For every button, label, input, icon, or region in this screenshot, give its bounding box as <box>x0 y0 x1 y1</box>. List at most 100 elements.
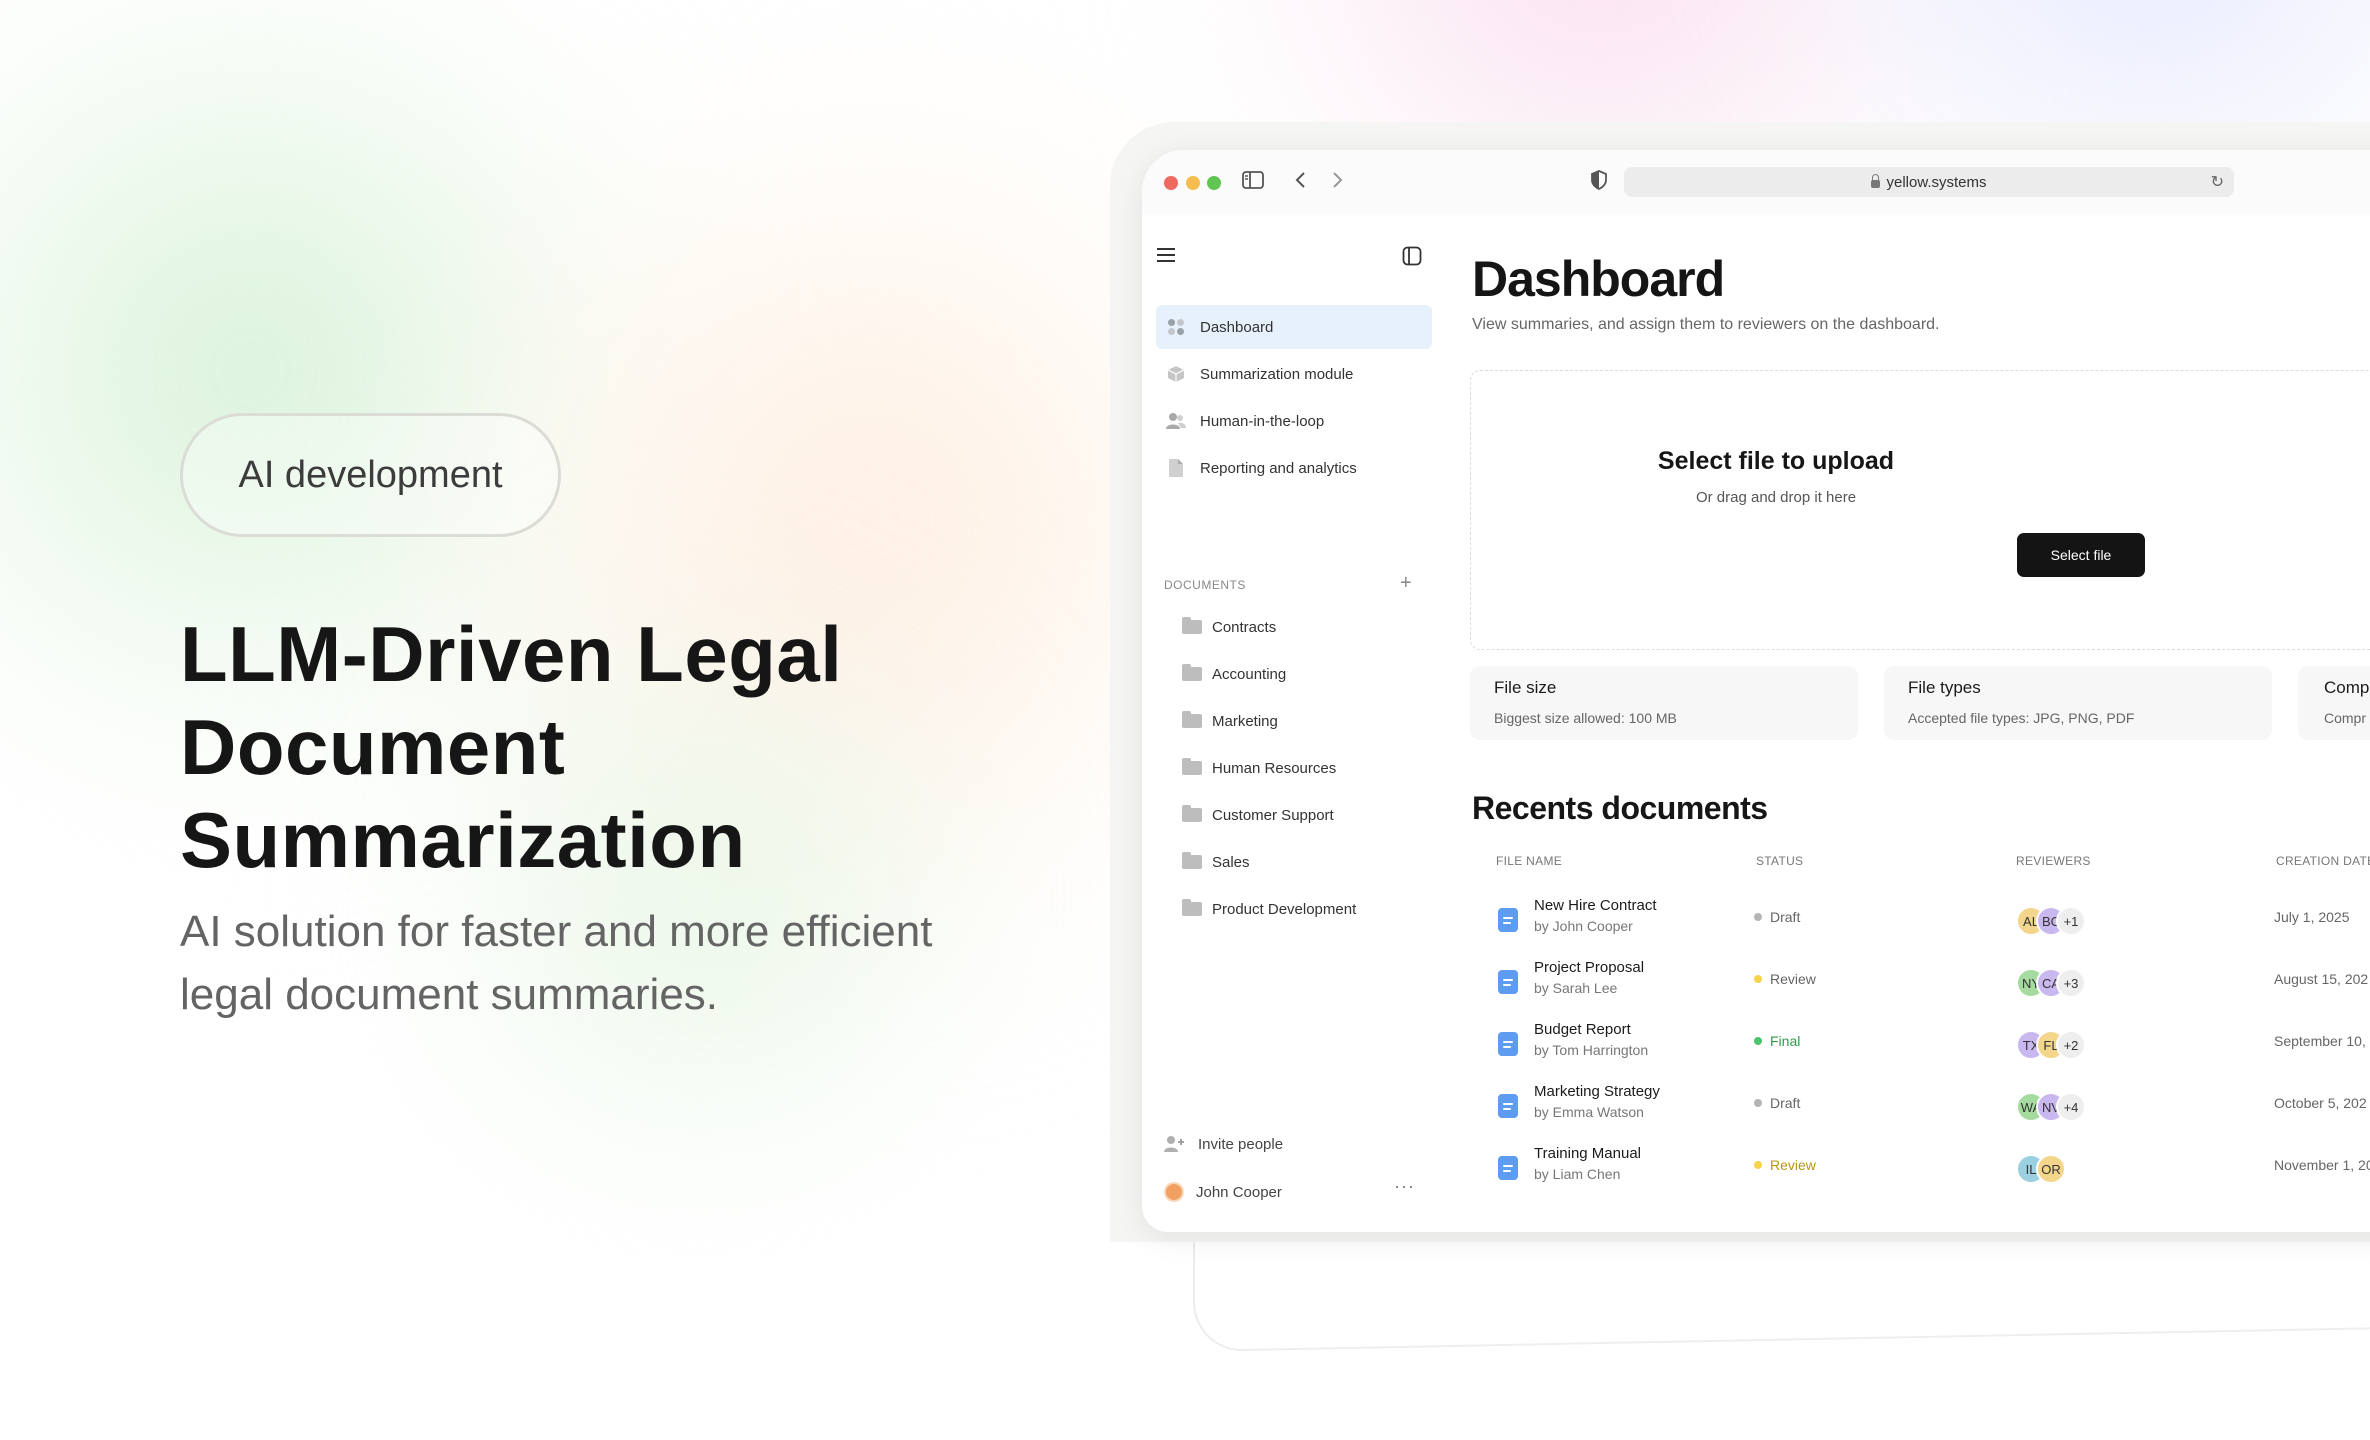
back-icon[interactable] <box>1294 170 1308 195</box>
folder-customer-support[interactable]: Customer Support <box>1182 793 1432 837</box>
main-content: Dashboard View summaries, and assign the… <box>1470 214 2370 1232</box>
avatar <box>1164 1182 1184 1202</box>
dashboard-icon <box>1166 317 1186 337</box>
folder-label: Marketing <box>1212 712 1278 730</box>
avatar-overflow-count: +1 <box>2056 906 2086 936</box>
folder-icon <box>1182 758 1202 775</box>
card-title: File size <box>1494 678 1557 697</box>
folder-icon <box>1182 852 1202 869</box>
address-bar[interactable]: yellow.systems ↻ <box>1624 167 2234 197</box>
column-header-file-name[interactable]: FILE NAME <box>1496 854 1562 868</box>
folder-product-development[interactable]: Product Development <box>1182 887 1432 931</box>
upload-title: Select file to upload <box>1657 447 1895 475</box>
folder-icon <box>1182 617 1202 634</box>
nav-item-label: Dashboard <box>1200 318 1274 336</box>
people-icon <box>1166 411 1186 431</box>
table-row[interactable]: Budget Report by Tom Harrington Final TX… <box>1470 1013 2370 1075</box>
maximize-window-button[interactable] <box>1207 176 1221 190</box>
folder-label: Customer Support <box>1212 806 1334 824</box>
status-badge: Review <box>1754 971 1816 987</box>
nav-item-reporting-and-analytics[interactable]: Reporting and analytics <box>1156 446 1432 490</box>
status-label: Final <box>1770 1033 1801 1049</box>
nav-item-human-in-the-loop[interactable]: Human-in-the-loop <box>1156 399 1432 443</box>
file-dropzone[interactable]: Select file to upload Or drag and drop i… <box>1470 370 2370 650</box>
minimize-window-button[interactable] <box>1186 176 1200 190</box>
browser-titlebar: yellow.systems ↻ <box>1142 150 2370 214</box>
document-icon <box>1498 1032 1518 1056</box>
forward-icon[interactable] <box>1330 170 1344 195</box>
status-label: Draft <box>1770 1095 1801 1111</box>
folder-label: Contracts <box>1212 618 1277 636</box>
folder-icon <box>1182 899 1202 916</box>
sidebar: Dashboard Summarization module Human-in-… <box>1142 214 1442 1232</box>
row-author: by Liam Chen <box>1534 1166 1621 1182</box>
folder-accounting[interactable]: Accounting <box>1182 652 1432 696</box>
menu-icon[interactable] <box>1156 247 1176 268</box>
hero-subtitle: AI solution for faster and more efficien… <box>180 907 933 1019</box>
folder-icon <box>1182 805 1202 822</box>
folder-label: Sales <box>1212 853 1250 871</box>
document-icon <box>1498 970 1518 994</box>
privacy-shield-icon[interactable] <box>1590 170 1608 195</box>
user-profile[interactable]: John Cooper <box>1164 1182 1282 1202</box>
folder-marketing[interactable]: Marketing <box>1182 699 1432 743</box>
more-options-icon[interactable]: ··· <box>1394 1176 1415 1197</box>
status-label: Draft <box>1770 909 1801 925</box>
folder-icon <box>1182 711 1202 728</box>
row-creation-date: November 1, 20 <box>2274 1157 2370 1173</box>
column-header-reviewers[interactable]: REVIEWERS <box>2016 854 2091 868</box>
folder-icon <box>1182 664 1202 681</box>
folder-contracts[interactable]: Contracts <box>1182 605 1432 649</box>
column-header-status[interactable]: STATUS <box>1756 854 1803 868</box>
status-badge: Draft <box>1754 1095 1800 1111</box>
sidebar-toggle-icon[interactable] <box>1242 170 1264 195</box>
row-author: by John Cooper <box>1534 918 1633 934</box>
table-row[interactable]: Training Manual by Liam Chen Review IL O… <box>1470 1137 2370 1199</box>
documents-section-label: DOCUMENTS <box>1164 578 1246 592</box>
page-title: Dashboard <box>1472 251 1725 307</box>
file-size-card: File size Biggest size allowed: 100 MB <box>1470 666 1858 740</box>
document-icon <box>1498 1094 1518 1118</box>
table-row[interactable]: Project Proposal by Sarah Lee Review NY … <box>1470 951 2370 1013</box>
row-file-name: New Hire Contract <box>1534 897 1657 914</box>
row-creation-date: August 15, 202 <box>2274 971 2369 987</box>
document-icon <box>1498 908 1518 932</box>
user-name: John Cooper <box>1196 1183 1282 1201</box>
table-row[interactable]: Marketing Strategy by Emma Watson Draft … <box>1470 1075 2370 1137</box>
invite-people-button[interactable]: Invite people <box>1164 1135 1283 1153</box>
card-description: Accepted file types: JPG, PNG, PDF <box>1908 710 2135 726</box>
row-creation-date: July 1, 2025 <box>2274 909 2350 925</box>
document-icon <box>1498 1156 1518 1180</box>
row-file-name: Project Proposal <box>1534 959 1645 976</box>
row-creation-date: October 5, 202 <box>2274 1095 2367 1111</box>
select-file-button[interactable]: Select file <box>2017 533 2145 577</box>
row-creation-date: September 10, <box>2274 1033 2366 1049</box>
add-person-icon <box>1164 1135 1186 1153</box>
card-description: Compr <box>2324 710 2367 726</box>
avatar-overflow-count: +4 <box>2056 1092 2086 1122</box>
card-description: Biggest size allowed: 100 MB <box>1494 710 1677 726</box>
folder-sales[interactable]: Sales <box>1182 840 1432 884</box>
reload-icon[interactable]: ↻ <box>2211 172 2224 192</box>
compression-card: Comp Compr <box>2298 666 2370 740</box>
nav-item-label: Human-in-the-loop <box>1200 412 1325 430</box>
avatar: OR <box>2036 1154 2066 1184</box>
column-header-creation-date[interactable]: CREATION DATE <box>2276 854 2370 868</box>
browser-window: yellow.systems ↻ Dashboard Summarization… <box>1142 150 2370 1232</box>
nav-item-summarization-module[interactable]: Summarization module <box>1156 352 1432 396</box>
avatar-overflow-count: +3 <box>2056 968 2086 998</box>
close-window-button[interactable] <box>1164 176 1178 190</box>
nav-item-dashboard[interactable]: Dashboard <box>1156 305 1432 349</box>
add-folder-icon[interactable]: + <box>1400 572 1412 595</box>
url-text: yellow.systems <box>1886 173 1987 191</box>
row-file-name: Marketing Strategy <box>1534 1083 1660 1100</box>
table-row[interactable]: New Hire Contract by John Cooper Draft A… <box>1470 889 2370 951</box>
status-badge: Draft <box>1754 909 1800 925</box>
recents-title: Recents documents <box>1472 790 1768 826</box>
status-badge: Review <box>1754 1157 1816 1173</box>
upload-subtitle: Or drag and drop it here <box>1695 489 1857 506</box>
nav-item-label: Summarization module <box>1200 365 1354 383</box>
collapse-sidebar-icon[interactable] <box>1402 246 1422 271</box>
row-author: by Tom Harrington <box>1534 1042 1649 1058</box>
folder-human-resources[interactable]: Human Resources <box>1182 746 1432 790</box>
